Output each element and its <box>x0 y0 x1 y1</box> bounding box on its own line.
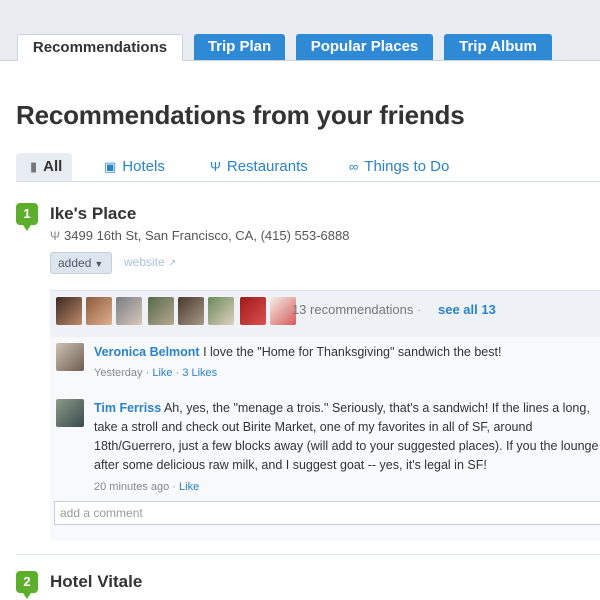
avatar[interactable] <box>86 297 112 325</box>
comment-body: I love the "Home for Thanksgiving" sandw… <box>199 345 502 359</box>
external-link-icon: ↗ <box>168 258 177 269</box>
fork-knife-icon: Ψ <box>210 159 221 174</box>
comment-timestamp: Yesterday <box>94 367 143 379</box>
avatar[interactable] <box>56 297 82 325</box>
filter-hotels[interactable]: ▣ Hotels <box>104 153 165 181</box>
comment-body: Ah, yes, the "menage a trois." Seriously… <box>94 401 599 472</box>
top-tab-bar: Recommendations Trip Plan Popular Places… <box>0 0 600 61</box>
comment-text: Tim Ferriss Ah, yes, the "menage a trois… <box>94 399 600 475</box>
add-comment-input[interactable] <box>54 501 600 525</box>
separator-dot: · <box>172 481 180 493</box>
avatar[interactable] <box>240 297 266 325</box>
recommendation-count: ‹ 13 recommendations · <box>284 302 421 317</box>
filter-things-to-do[interactable]: ∞ Things to Do <box>349 153 449 181</box>
comment-thread: Veronica Belmont I love the "Home for Th… <box>50 337 600 541</box>
filter-hotels-label: Hotels <box>122 158 165 175</box>
filter-all-label: All <box>43 158 63 175</box>
tab-trip-album[interactable]: Trip Album <box>444 34 552 60</box>
comment-meta: Yesterday · Like · 3 Likes <box>94 367 217 379</box>
avatar[interactable] <box>56 399 84 427</box>
separator-dot: · <box>416 302 422 317</box>
filter-restaurants-label: Restaurants <box>226 158 308 175</box>
recommendation-count-text: 13 recommendations <box>291 302 414 317</box>
see-all-link[interactable]: see all 13 <box>438 302 496 317</box>
binoculars-icon: ∞ <box>349 159 359 174</box>
address-text: 3499 16th St, San Francisco, CA, (415) 5… <box>64 228 350 243</box>
avatar[interactable] <box>148 297 174 325</box>
like-link[interactable]: Like <box>152 367 172 379</box>
chevron-left-icon: ‹ <box>284 302 292 317</box>
avatar[interactable] <box>208 297 234 325</box>
tab-trip-plan[interactable]: Trip Plan <box>194 34 285 60</box>
comment-text: Veronica Belmont I love the "Home for Th… <box>94 343 600 362</box>
bed-icon: ▣ <box>104 159 117 174</box>
comment-meta: 20 minutes ago · Like <box>94 481 199 493</box>
page-title: Recommendations from your friends <box>16 100 465 130</box>
website-link[interactable]: website ↗ <box>124 255 176 269</box>
place-address: Ψ 3499 16th St, San Francisco, CA, (415) … <box>50 228 349 243</box>
place-number-badge: 1 <box>16 203 38 231</box>
tab-popular-places[interactable]: Popular Places <box>296 34 433 60</box>
comment-author-link[interactable]: Veronica Belmont <box>94 345 200 359</box>
avatar[interactable] <box>178 297 204 325</box>
avatar[interactable] <box>56 343 84 371</box>
filter-all[interactable]: ▮ All <box>16 153 73 181</box>
place-number-badge: 2 <box>16 571 38 599</box>
tab-recommendations[interactable]: Recommendations <box>17 34 183 61</box>
avatar[interactable] <box>116 297 142 325</box>
filter-things-label: Things to Do <box>364 158 450 175</box>
divider <box>16 554 600 555</box>
filter-restaurants[interactable]: Ψ Restaurants <box>210 153 308 181</box>
added-dropdown-button[interactable]: added ▼ <box>50 252 112 274</box>
place-name-link[interactable]: Ike's Place <box>50 204 136 224</box>
website-label: website <box>124 255 165 269</box>
comment-icon: ▮ <box>30 159 38 174</box>
fork-knife-icon: Ψ <box>50 229 61 243</box>
category-filter-bar: ▮ All ▣ Hotels Ψ Restaurants ∞ Things to Do <box>16 153 600 182</box>
recommendations-panel: ‹ 13 recommendations · see all 13 Veroni… <box>50 290 600 541</box>
likes-count-link[interactable]: 3 Likes <box>182 367 217 379</box>
place-name-link[interactable]: Hotel Vitale <box>50 572 142 592</box>
caret-down-icon: ▼ <box>94 259 104 269</box>
added-label: added <box>58 256 92 270</box>
like-link[interactable]: Like <box>179 481 199 493</box>
comment-author-link[interactable]: Tim Ferriss <box>94 401 161 415</box>
comment-timestamp: 20 minutes ago <box>94 481 170 493</box>
